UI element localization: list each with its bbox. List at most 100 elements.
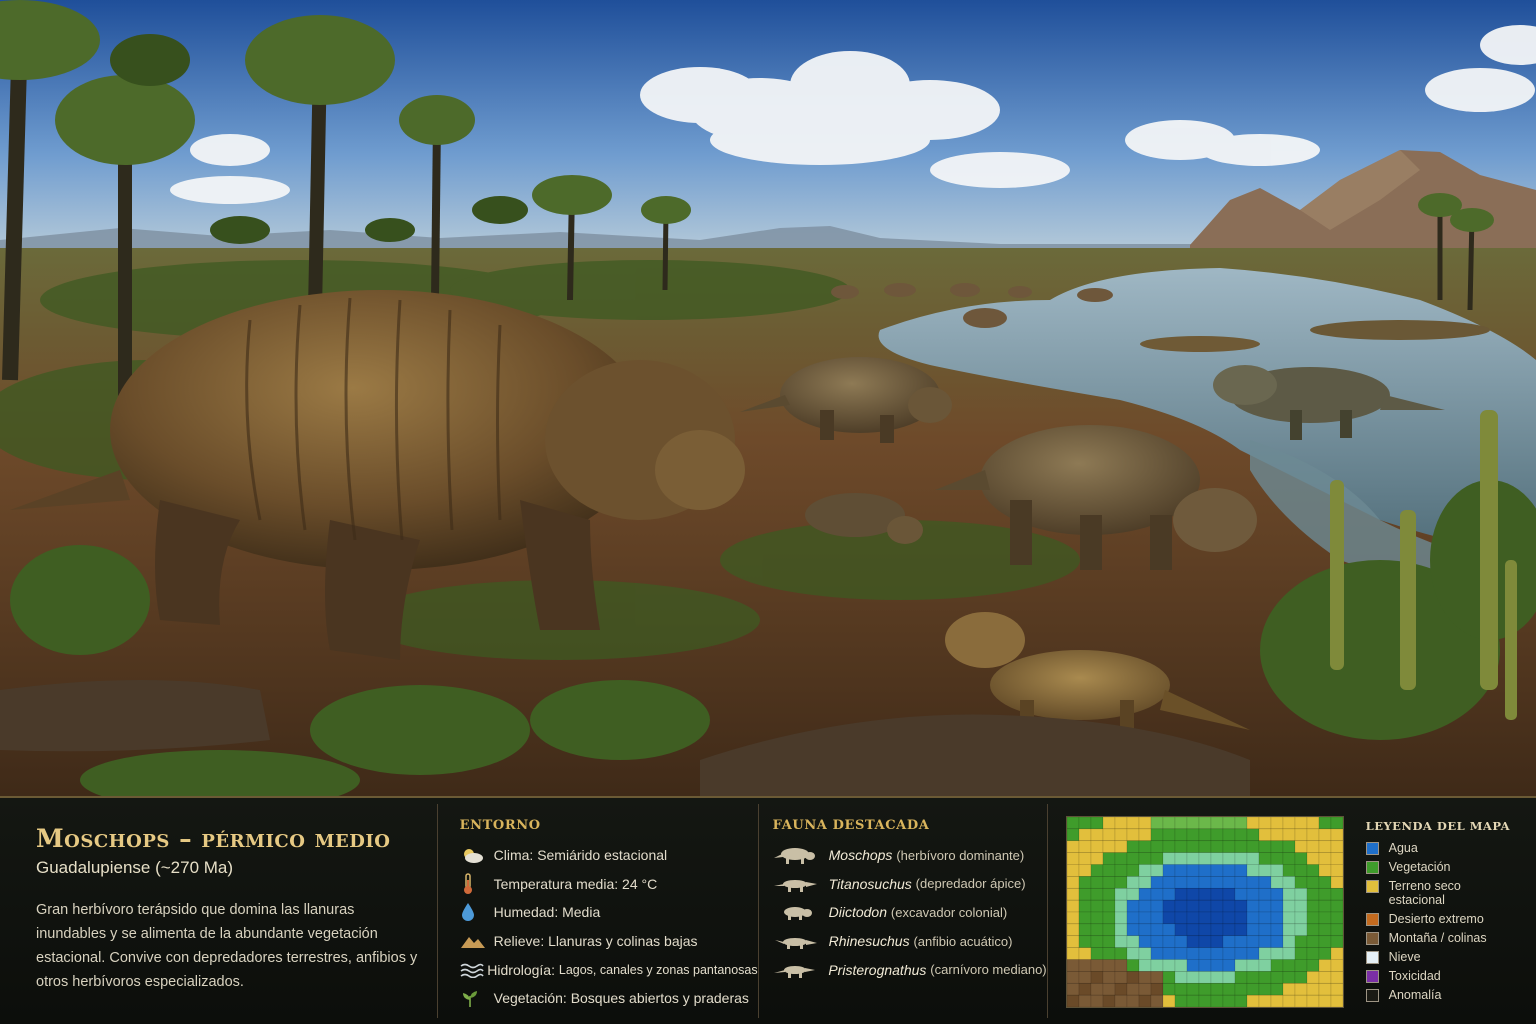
map-cell: [1114, 828, 1127, 842]
species-role: (anfibio acuático): [913, 933, 1013, 949]
legend-label: Agua: [1388, 841, 1418, 855]
map-cell: [1174, 994, 1187, 1008]
map-cell: [1210, 864, 1223, 877]
map-cell: [1114, 864, 1127, 877]
map-cell: [1294, 828, 1307, 842]
map-cell: [1138, 935, 1151, 948]
map-cell: [1198, 828, 1211, 842]
map-cell: [1318, 947, 1331, 960]
map-cell: [1186, 864, 1199, 877]
map-cell: [1246, 971, 1259, 984]
map-cell: [1234, 911, 1247, 925]
map-cell: [1222, 816, 1235, 830]
map-cell: [1234, 947, 1247, 960]
map-cell: [1318, 923, 1331, 937]
legend-item-mountain: Montaña / colinas: [1365, 931, 1516, 945]
rhinesuchus-silhouette-icon: [773, 931, 829, 951]
species-name: Pristerognathus: [828, 961, 927, 978]
env-row-vegetation: Vegetación: Bosques abiertos y praderas: [460, 984, 758, 1013]
map-cell: [1282, 864, 1295, 877]
legend-label: Nieve: [1388, 950, 1421, 964]
species-role: (carnívoro mediano): [930, 962, 1047, 978]
map-cell: [1282, 959, 1295, 972]
map-cell: [1246, 935, 1259, 948]
map-cell: [1186, 959, 1199, 972]
map-cell: [1306, 816, 1319, 830]
map-cell: [1294, 887, 1307, 901]
map-cell: [1246, 899, 1259, 913]
map-cell: [1102, 864, 1115, 877]
map-cell: [1330, 923, 1343, 937]
species-role: (depredador ápice): [915, 876, 1026, 892]
map-cell: [1258, 828, 1271, 842]
map-section: LEYENDA DEL MAPA Agua Vegetación Terreno…: [1048, 798, 1536, 1024]
map-cell: [1162, 947, 1175, 960]
map-cell: [1306, 982, 1319, 996]
map-cell: [1318, 840, 1331, 853]
map-cell: [1330, 911, 1343, 925]
map-cell: [1102, 876, 1115, 889]
terrain-minimap[interactable]: [1065, 816, 1344, 1008]
fauna-section: FAUNA DESTACADA Moschops (herbívoro domi…: [759, 798, 1047, 1024]
map-cell: [1306, 876, 1319, 889]
map-cell: [1210, 852, 1223, 865]
map-cell: [1138, 887, 1151, 901]
map-cell: [1246, 959, 1259, 972]
map-cell: [1234, 864, 1247, 877]
fauna-row: Rhinesuchus (anfibio acuático): [773, 927, 1047, 956]
legend-item-desert: Desierto extremo: [1365, 912, 1516, 926]
map-cell: [1186, 971, 1199, 984]
map-cell: [1318, 864, 1331, 877]
map-cell: [1294, 899, 1307, 913]
thermometer-icon: [460, 873, 494, 895]
map-cell: [1078, 887, 1091, 901]
map-cell: [1126, 935, 1139, 948]
map-cell: [1174, 911, 1187, 925]
legend-label: Terreno seco estacional: [1388, 879, 1461, 907]
map-cell: [1318, 994, 1331, 1008]
env-value: Llanuras y colinas bajas: [548, 933, 698, 950]
map-cell: [1234, 994, 1247, 1008]
map-cell: [1078, 899, 1091, 913]
map-cell: [1126, 899, 1139, 913]
fauna-row: Diictodon (excavador colonial): [773, 898, 1047, 927]
map-cell: [1258, 840, 1271, 853]
map-cell: [1258, 994, 1271, 1008]
map-cell: [1210, 840, 1223, 853]
map-cell: [1162, 828, 1175, 842]
map-cell: [1258, 959, 1271, 972]
legend-swatch: [1365, 861, 1379, 874]
map-cell: [1270, 828, 1283, 842]
map-cell: [1186, 947, 1199, 960]
species-name: Titanosuchus: [828, 875, 912, 892]
map-cell: [1078, 876, 1091, 889]
map-cell: [1306, 923, 1319, 937]
map-cell: [1066, 971, 1079, 984]
map-cell: [1066, 935, 1079, 948]
map-cell: [1282, 994, 1295, 1008]
map-cell: [1270, 887, 1283, 901]
map-cell: [1078, 982, 1091, 996]
map-cell: [1198, 935, 1211, 948]
map-cell: [1270, 947, 1283, 960]
legend-label: Anomalía: [1388, 988, 1442, 1002]
map-cell: [1102, 899, 1115, 913]
env-value: 24 °C: [622, 875, 658, 892]
map-cell: [1222, 923, 1235, 937]
map-cell: [1174, 947, 1187, 960]
map-cell: [1114, 935, 1127, 948]
map-cell: [1282, 982, 1295, 996]
environment-heading: ENTORNO: [459, 818, 541, 833]
map-cell: [1102, 911, 1115, 925]
map-cell: [1330, 982, 1343, 996]
map-cell: [1150, 947, 1163, 960]
map-cell: [1150, 864, 1163, 877]
map-cell: [1186, 935, 1199, 948]
map-cell: [1222, 947, 1235, 960]
map-cell: [1126, 982, 1139, 996]
map-cell: [1282, 911, 1295, 925]
map-cell: [1294, 935, 1307, 948]
map-cell: [1066, 840, 1079, 853]
map-cell: [1318, 852, 1331, 865]
map-cell: [1090, 864, 1103, 877]
